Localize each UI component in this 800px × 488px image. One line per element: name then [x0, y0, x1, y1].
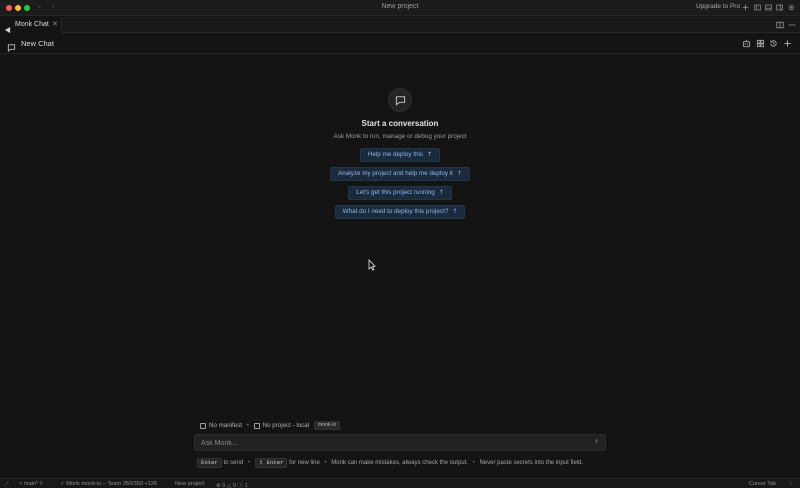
project-name[interactable]: New project — [175, 481, 205, 487]
chat-input[interactable] — [201, 437, 581, 449]
error-count: 0 — [222, 483, 226, 488]
org-badge[interactable]: monk-io — [313, 421, 341, 430]
status-bar: ⟋ ⑂ main* ⟳ ✓ Monk monk-io – Team 350/35… — [0, 478, 800, 488]
problems-indicator[interactable]: ⊗ 0 △ 0 ⓘ 1 — [216, 481, 248, 488]
robot-icon[interactable] — [742, 39, 751, 48]
project-status[interactable]: No project - local — [263, 422, 309, 429]
monk-logo-icon — [4, 21, 11, 34]
sync-icon: ⟳ — [39, 481, 44, 487]
shift-enter-key-hint: ⇧ Enter — [254, 458, 288, 468]
suggestion-label: Analyze my project and help me deploy it — [338, 170, 453, 177]
chat-title: New Chat — [21, 39, 54, 48]
empty-state-subtitle: Ask Monk to run, manage or debug your pr… — [333, 133, 467, 140]
title-bar: ‹ › New project Upgrade to Pro — [0, 0, 800, 16]
git-branch-icon: ⑂ — [19, 481, 23, 487]
suggestion-button[interactable]: What do I need to deploy this project? ↑ — [335, 205, 465, 219]
chat-bubble-icon — [7, 39, 16, 53]
empty-state-title: Start a conversation — [361, 119, 439, 128]
arrow-up-icon: ↑ — [427, 151, 433, 158]
context-bar: No manifest • No project - local monk-io — [200, 421, 341, 430]
error-icon: ⊗ — [216, 483, 221, 488]
more-options-icon[interactable] — [788, 21, 796, 29]
chat-input-box[interactable]: ↑ — [194, 434, 606, 451]
manifest-file-icon — [200, 422, 206, 429]
account-status[interactable]: ✓ Monk monk-io – Team 350/350 +126 — [60, 481, 157, 487]
manifest-status[interactable]: No manifest — [209, 422, 242, 429]
tab-bar: Monk Chat ✕ — [0, 17, 800, 34]
suggestion-label: What do I need to deploy this project? — [342, 208, 449, 215]
window-title: New project — [381, 3, 419, 10]
account-text: Monk monk-io – Team 350/350 +126 — [66, 481, 158, 487]
sidebar-right-icon[interactable] — [776, 4, 783, 11]
chat-header: New Chat — [0, 34, 800, 54]
shift-enter-hint-text: for new line — [289, 460, 320, 466]
new-chat-plus-icon[interactable] — [783, 39, 792, 48]
suggestion-label: Help me deploy this — [367, 151, 424, 158]
grid-icon[interactable] — [756, 39, 765, 48]
suggestion-label: Let's get this project running — [356, 189, 435, 196]
info-icon: ⓘ — [237, 483, 244, 488]
plus-icon[interactable] — [742, 4, 749, 11]
history-icon[interactable] — [769, 39, 778, 48]
info-count: 1 — [244, 483, 248, 488]
mistakes-warning: Monk can make mistakes, always check the… — [331, 460, 468, 466]
branch-indicator[interactable]: ⑂ main* ⟳ — [19, 481, 43, 487]
input-hints: Enter to send • ⇧ Enter for new line • M… — [197, 458, 583, 468]
sidebar-left-icon[interactable] — [754, 4, 761, 11]
mouse-pointer-icon — [368, 258, 376, 271]
tab-close-icon[interactable]: ✕ — [52, 20, 58, 28]
notifications-icon[interactable]: ♢ — [788, 481, 793, 487]
arrow-up-icon: ↑ — [438, 189, 444, 196]
arrow-up-icon: ↑ — [452, 208, 458, 215]
secrets-warning: Never paste secrets into the input field… — [479, 460, 584, 466]
enter-key-hint: Enter — [197, 458, 222, 468]
warning-count: 0 — [232, 483, 236, 488]
check-icon: ✓ — [60, 481, 65, 487]
conversation-icon — [388, 88, 412, 112]
cursor-tab-status[interactable]: Cursor Tab — [749, 481, 776, 487]
tab-monk-chat[interactable]: Monk Chat ✕ — [0, 17, 62, 34]
remote-icon[interactable]: ⟋ — [5, 481, 9, 488]
branch-name: main* — [23, 481, 39, 487]
split-editor-icon[interactable] — [776, 21, 784, 29]
warning-icon: △ — [226, 483, 232, 488]
arrow-up-icon: ↑ — [456, 170, 462, 177]
send-button[interactable]: ↑ — [592, 438, 601, 447]
suggestion-button[interactable]: Let's get this project running ↑ — [348, 186, 452, 200]
tab-label: Monk Chat — [15, 21, 49, 28]
settings-gear-icon[interactable] — [788, 4, 795, 11]
enter-hint-text: to send — [223, 460, 244, 466]
suggestion-button[interactable]: Help me deploy this ↑ — [360, 148, 440, 162]
laptop-icon — [253, 422, 260, 429]
suggestion-button[interactable]: Analyze my project and help me deploy it… — [330, 167, 470, 181]
upgrade-to-pro-link[interactable]: Upgrade to Pro — [696, 3, 740, 10]
panel-bottom-icon[interactable] — [765, 4, 772, 11]
